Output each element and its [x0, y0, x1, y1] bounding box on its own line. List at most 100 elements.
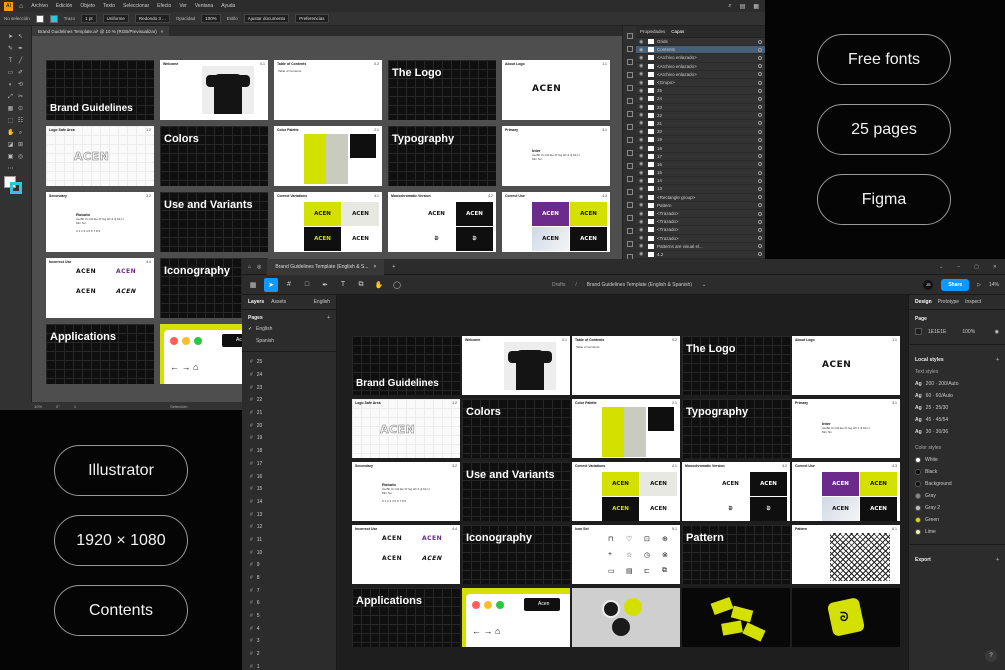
menu-efecto[interactable]: Efecto	[157, 3, 171, 9]
target-icon[interactable]	[758, 137, 762, 142]
canvas-frame[interactable]: ᘐ	[792, 588, 900, 647]
target-icon[interactable]	[758, 146, 762, 151]
new-tab-button[interactable]: +	[392, 264, 395, 270]
layer-row[interactable]: ◉ <Grupo>	[636, 79, 765, 88]
artboard[interactable]: Brand Guidelines	[46, 60, 154, 120]
panel-toggle-icon[interactable]	[626, 137, 633, 143]
canvas-frame[interactable]: Brand Guidelines	[352, 336, 460, 395]
target-icon[interactable]	[758, 195, 762, 200]
zoom-select[interactable]: 14%	[989, 282, 999, 288]
layer-row[interactable]: ◉ <Rectangle group>	[636, 194, 765, 202]
text-style-row[interactable]: Ag 25 · 25/30	[909, 402, 1005, 414]
tool-icon[interactable]: ⤢	[7, 94, 14, 100]
rotation-field[interactable]: 0°	[56, 404, 60, 409]
stroke-color-widget[interactable]	[10, 182, 22, 194]
canvas-frame[interactable]: Iconography	[462, 525, 570, 584]
color-style-row[interactable]: Black	[909, 466, 1005, 478]
eye-icon[interactable]: ◉	[639, 145, 645, 151]
color-style-row[interactable]: White	[909, 454, 1005, 466]
canvas-frame[interactable]: Pattern 6.1	[792, 525, 900, 584]
frame-layer-row[interactable]: #25	[242, 356, 336, 369]
target-icon[interactable]	[758, 178, 762, 183]
target-icon[interactable]	[758, 47, 762, 52]
canvas-frame[interactable]: Use and Variants	[462, 462, 570, 521]
add-export-icon[interactable]: +	[996, 557, 999, 563]
frame-layer-row[interactable]: #21	[242, 407, 336, 420]
fill-swatch[interactable]	[35, 14, 44, 23]
target-icon[interactable]	[758, 186, 762, 191]
frame-layer-row[interactable]: #13	[242, 508, 336, 521]
target-icon[interactable]	[758, 162, 762, 167]
eye-icon[interactable]: ◉	[639, 202, 645, 208]
frame-layer-row[interactable]: #24	[242, 369, 336, 382]
close-icon[interactable]: ×	[373, 264, 376, 270]
brush-select[interactable]: Redondo 3 ...	[134, 14, 170, 23]
tool-icon[interactable]: ⋯	[7, 166, 14, 172]
layer-row[interactable]: ◉ <Archivo enlazado>	[636, 71, 765, 79]
tool-icon[interactable]: ▣	[7, 154, 14, 160]
menu-texto[interactable]: Texto	[103, 3, 115, 9]
target-icon[interactable]	[758, 88, 762, 93]
panel-toggle-icon[interactable]	[626, 189, 633, 195]
layer-row[interactable]: ◉ 21	[636, 120, 765, 129]
stroke-swatch[interactable]	[49, 14, 58, 23]
tool-icon[interactable]: ↖	[17, 34, 24, 40]
tab-inspect[interactable]: Inspect	[965, 299, 981, 305]
eye-icon[interactable]: ◉	[639, 112, 645, 118]
frame-layer-row[interactable]: #18	[242, 445, 336, 458]
panel-toggle-icon[interactable]	[626, 163, 633, 169]
play-icon[interactable]: ▷	[977, 282, 981, 288]
move-tool-icon[interactable]: ➤	[264, 277, 278, 292]
layer-row[interactable]: ◉ Contents	[636, 46, 765, 55]
target-icon[interactable]	[758, 64, 762, 69]
tool-icon[interactable]: ✋	[7, 130, 14, 136]
tool-icon[interactable]: ▭	[7, 70, 14, 76]
panel-toggle-icon[interactable]	[626, 150, 633, 156]
tool-icon[interactable]: ⊞	[17, 142, 24, 148]
page-fill-swatch[interactable]	[915, 328, 922, 335]
canvas-frame[interactable]	[572, 588, 680, 647]
frame-layer-row[interactable]: #17	[242, 458, 336, 471]
artboard[interactable]: About Logo 1.1 ACEN	[502, 60, 610, 120]
artboard[interactable]: Welcome 0.1	[160, 60, 268, 120]
text-tool-icon[interactable]: T	[336, 278, 350, 292]
panel-toggle-icon[interactable]	[626, 33, 633, 39]
shape-tool-icon[interactable]: □	[300, 278, 314, 292]
layer-row[interactable]: ◉ 20	[636, 128, 765, 137]
stroke-profile-select[interactable]: Uniforme	[102, 14, 129, 23]
tool-icon[interactable]: ⬚	[7, 118, 14, 124]
page-english[interactable]: English	[242, 323, 336, 335]
canvas-frame[interactable]: Welcome 0.1	[462, 336, 570, 395]
frame-layer-row[interactable]: #1	[242, 661, 336, 670]
add-page-icon[interactable]: +	[327, 315, 330, 321]
panel-toggle-icon[interactable]	[626, 241, 633, 247]
resources-icon[interactable]: ⧉	[354, 278, 368, 292]
frame-layer-row[interactable]: #6	[242, 597, 336, 610]
frame-layer-row[interactable]: #9	[242, 559, 336, 572]
frame-layer-row[interactable]: #16	[242, 470, 336, 483]
menu-archivo[interactable]: Archivo	[31, 3, 48, 9]
artboard[interactable]: Incorrect Use 4.4 ACEN ACEN ACEN ACEN	[46, 258, 154, 318]
panel-toggle-icon[interactable]	[626, 228, 633, 234]
frame-tool-icon[interactable]: #	[282, 278, 296, 292]
frame-layer-row[interactable]: #12	[242, 521, 336, 534]
canvas-frame[interactable]: Monochromatic Version 4.2 ACEN ACEN ᘐ ᘐ	[682, 462, 790, 521]
target-icon[interactable]	[758, 80, 762, 85]
target-icon[interactable]	[758, 227, 762, 232]
canvas-frame[interactable]	[682, 588, 790, 647]
window-close-icon[interactable]: ✕	[993, 264, 997, 270]
chevron-down-icon[interactable]: ⌄	[939, 264, 943, 270]
layer-row[interactable]: ◉ Grids	[636, 38, 765, 47]
canvas-frame[interactable]: Correct Variations 4.1 ACEN ACEN ACEN ACEN	[572, 462, 680, 521]
canvas-frame[interactable]: Secondary 3.2 Roboto Aa Bb Cc Dd Ee Ff Gg H…	[352, 462, 460, 521]
canvas-frame[interactable]: Logo Safe Area 1.2 ACEN	[352, 399, 460, 458]
layer-row[interactable]: ◉ 13	[636, 185, 765, 194]
tab-assets[interactable]: Assets	[271, 299, 286, 305]
search-icon[interactable]: ⌕	[728, 3, 731, 10]
canvas-frame[interactable]: Correct Use 4.3 ACEN ACEN ACEN ACEN	[792, 462, 900, 521]
artboard[interactable]: Correct Variations 4.1 ACEN ACEN ACEN ACEN	[274, 192, 382, 252]
zoom-field[interactable]: 10%	[34, 404, 42, 409]
frame-layer-row[interactable]: #7	[242, 584, 336, 597]
text-style-row[interactable]: Ag 200 · 200/Auto	[909, 378, 1005, 390]
artboard[interactable]: Use and Variants	[160, 192, 268, 252]
